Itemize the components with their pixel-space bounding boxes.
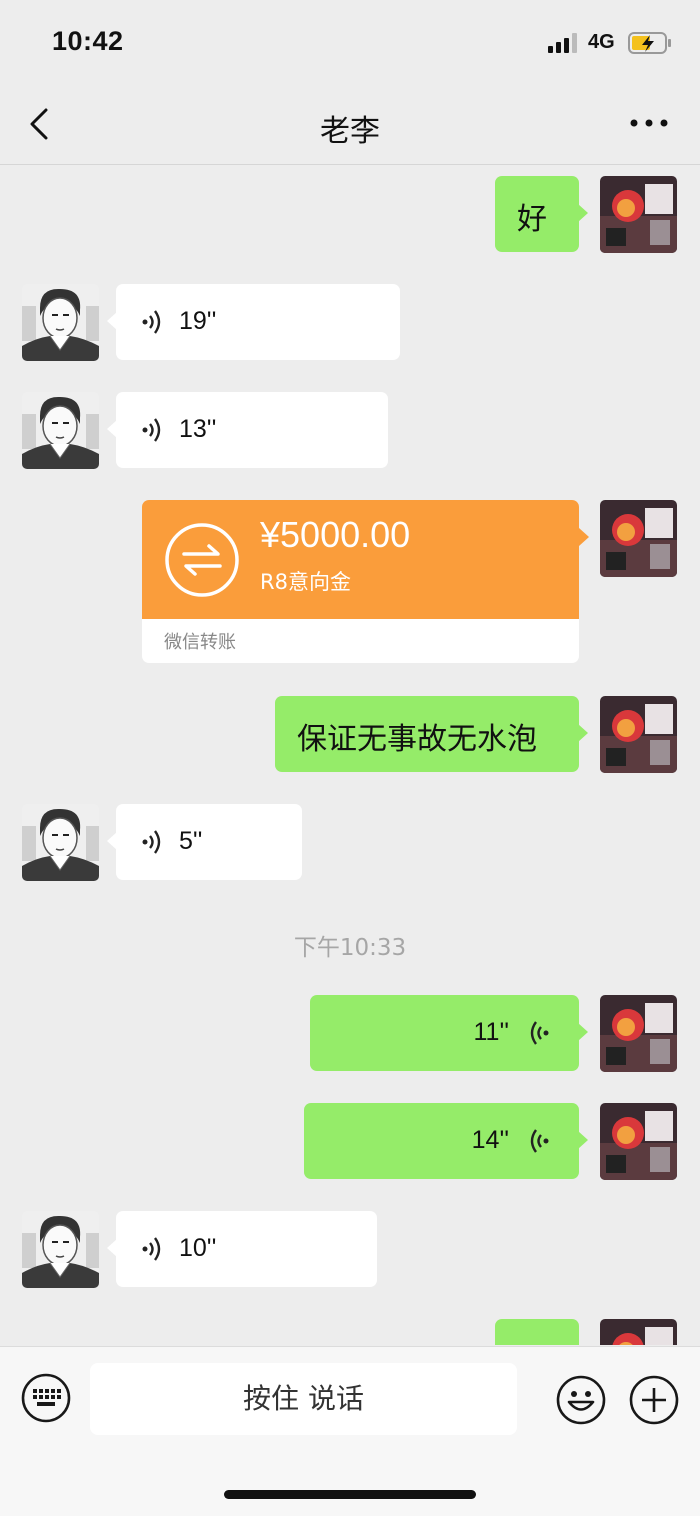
my-avatar[interactable] <box>600 500 677 577</box>
my-avatar[interactable] <box>600 1319 677 1345</box>
message-text: 好 <box>517 1337 547 1345</box>
emoji-icon[interactable] <box>556 1375 606 1425</box>
message-bubble-sent[interactable]: 好 <box>495 1319 579 1345</box>
voice-wave-icon <box>142 1237 161 1261</box>
transfer-card-header: ¥5000.00 R8意向金 <box>142 500 579 619</box>
voice-message-received[interactable]: 13'' <box>107 392 388 468</box>
status-time: 10:42 <box>52 26 124 56</box>
chat-header: 老李 <box>0 88 700 165</box>
voice-duration: 10'' <box>179 1234 217 1262</box>
voice-message-received[interactable]: 5'' <box>107 804 302 880</box>
voice-message-sent[interactable]: 14'' <box>304 1103 588 1179</box>
voice-wave-icon <box>530 1021 549 1045</box>
chat-timestamp: 下午10:33 <box>293 935 407 961</box>
message-text: 好 <box>517 202 547 237</box>
plus-icon[interactable] <box>629 1375 679 1425</box>
message-list[interactable]: 好 19'' 13'' ¥5000.00 R8意向金 微信转账 保证无事故无水泡… <box>0 165 700 1345</box>
input-bar: 按住 说话 <box>0 1346 700 1516</box>
contact-avatar[interactable] <box>22 392 99 469</box>
keyboard-icon[interactable] <box>21 1373 71 1423</box>
transfer-amount: ¥5000.00 <box>260 514 411 555</box>
my-avatar[interactable] <box>600 995 677 1072</box>
contact-avatar[interactable] <box>22 284 99 361</box>
transfer-note: R8意向金 <box>260 570 351 594</box>
transfer-arrows-icon <box>165 523 239 597</box>
my-avatar[interactable] <box>600 696 677 773</box>
voice-duration: 11'' <box>473 1018 510 1046</box>
voice-duration: 5'' <box>179 827 203 855</box>
signal-icon <box>548 33 577 53</box>
contact-avatar[interactable] <box>22 1211 99 1288</box>
voice-message-received[interactable]: 10'' <box>107 1211 377 1287</box>
voice-wave-icon <box>530 1129 549 1153</box>
my-avatar[interactable] <box>600 1103 677 1180</box>
more-icon[interactable] <box>626 106 672 140</box>
hold-to-talk-button[interactable]: 按住 说话 <box>90 1363 517 1435</box>
voice-wave-icon <box>142 830 161 854</box>
battery-charging-icon <box>628 32 671 54</box>
voice-duration: 19'' <box>179 307 217 335</box>
message-text: 保证无事故无水泡 <box>297 722 537 757</box>
transfer-label: 微信转账 <box>164 632 236 653</box>
message-bubble-sent[interactable]: 保证无事故无水泡 <box>275 696 588 772</box>
network-type: 4G <box>588 31 615 53</box>
home-indicator[interactable] <box>224 1490 476 1499</box>
voice-message-received[interactable]: 19'' <box>107 284 400 360</box>
voice-wave-icon <box>142 418 161 442</box>
contact-avatar[interactable] <box>22 804 99 881</box>
voice-message-sent[interactable]: 11'' <box>310 995 588 1071</box>
status-bar: 10:42 4G <box>0 0 700 88</box>
transfer-card[interactable]: ¥5000.00 R8意向金 微信转账 <box>142 500 579 663</box>
voice-wave-icon <box>142 310 161 334</box>
message-bubble-sent[interactable]: 好 <box>495 176 588 252</box>
my-avatar[interactable] <box>600 176 677 253</box>
voice-duration: 13'' <box>179 415 217 443</box>
chat-title: 老李 <box>320 114 380 149</box>
transfer-card-tail <box>579 528 589 546</box>
voice-duration: 14'' <box>471 1126 509 1154</box>
